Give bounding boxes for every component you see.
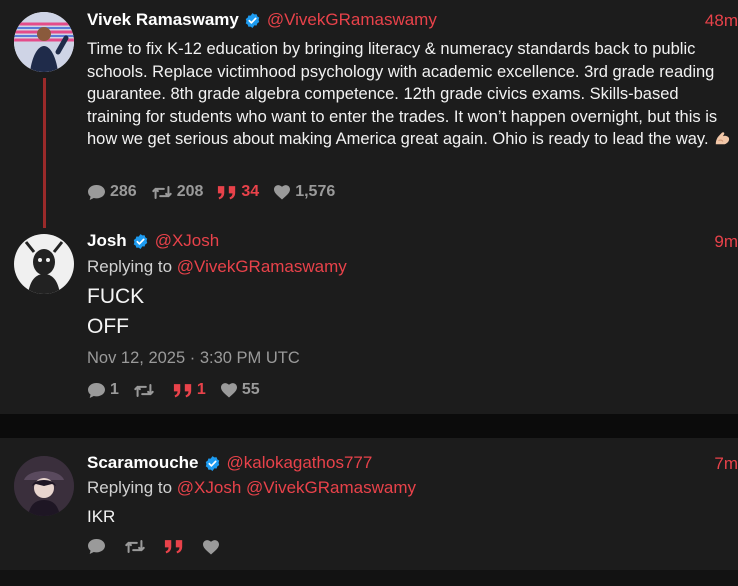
quote-button[interactable] — [164, 538, 188, 555]
retweet-button[interactable] — [133, 382, 159, 399]
reply-card: Scaramouche @kalokagathos777 7m Replying… — [0, 438, 738, 586]
thread-card: Vivek Ramaswamy @VivekGRamaswamy 48m Tim… — [0, 0, 738, 414]
avatar-scaramouche[interactable] — [14, 456, 74, 516]
tweet-time[interactable]: 48m — [705, 11, 738, 31]
tweet-text-line-2: OFF — [87, 315, 129, 338]
like-icon — [202, 539, 220, 555]
like-button[interactable]: 55 — [220, 381, 260, 399]
flexed-biceps-icon — [715, 132, 729, 145]
reply-icon — [87, 382, 106, 399]
tweet-actions: 1 1 55 — [87, 381, 274, 399]
tweet-timestamp[interactable]: Nov 12, 2025 · 3:30 PM UTC — [87, 349, 300, 368]
replying-to-handle[interactable]: @XJosh @VivekGRamaswamy — [177, 478, 416, 497]
quote-icon — [164, 538, 184, 555]
thread-connector — [43, 78, 46, 228]
tweet-text-line-1: FUCK — [87, 285, 145, 308]
tweet-actions — [87, 538, 238, 555]
like-button[interactable]: 1,576 — [273, 183, 335, 201]
author-handle[interactable]: @XJosh — [155, 231, 220, 251]
tweet-text: IKR — [87, 507, 116, 526]
quote-button[interactable]: 1 — [173, 381, 206, 399]
quote-icon — [173, 382, 193, 399]
retweet-icon — [133, 382, 155, 399]
tweet-header: Scaramouche @kalokagathos777 — [87, 452, 372, 474]
author-name[interactable]: Vivek Ramaswamy — [87, 10, 239, 30]
replying-to: Replying to @XJosh @VivekGRamaswamy — [87, 478, 417, 497]
reply-button[interactable]: 286 — [87, 183, 137, 201]
reply-icon — [87, 184, 106, 201]
avatar-josh[interactable] — [14, 234, 74, 294]
retweet-icon — [124, 538, 146, 555]
tweet-header: Josh @XJosh — [87, 230, 219, 252]
verified-badge-icon — [204, 455, 221, 472]
tweet-header: Vivek Ramaswamy @VivekGRamaswamy — [87, 9, 437, 31]
verified-badge-icon — [132, 233, 149, 250]
footer-strip — [0, 570, 738, 586]
author-handle[interactable]: @VivekGRamaswamy — [267, 10, 437, 30]
avatar-vivek[interactable] — [14, 12, 74, 72]
tweet-time[interactable]: 7m — [714, 454, 738, 474]
quote-icon — [217, 184, 237, 201]
quote-button[interactable]: 34 — [217, 183, 259, 201]
retweet-button[interactable] — [124, 538, 150, 555]
retweet-icon — [151, 184, 173, 201]
replying-to: Replying to @VivekGRamaswamy — [87, 257, 347, 276]
verified-badge-icon — [244, 12, 261, 29]
retweet-button[interactable]: 208 — [151, 183, 203, 201]
replying-to-handle[interactable]: @VivekGRamaswamy — [177, 257, 347, 276]
tweet-actions: 286 208 34 1,576 — [87, 183, 349, 201]
author-name[interactable]: Josh — [87, 231, 127, 251]
reply-button[interactable] — [87, 538, 110, 555]
reply-icon — [87, 538, 106, 555]
like-icon — [220, 382, 238, 398]
tweet-time[interactable]: 9m — [714, 232, 738, 252]
like-icon — [273, 184, 291, 200]
reply-button[interactable]: 1 — [87, 381, 119, 399]
like-button[interactable] — [202, 539, 224, 555]
author-handle[interactable]: @kalokagathos777 — [227, 453, 373, 473]
tweet-text: Time to fix K-12 education by bringing l… — [87, 38, 737, 151]
author-name[interactable]: Scaramouche — [87, 453, 199, 473]
